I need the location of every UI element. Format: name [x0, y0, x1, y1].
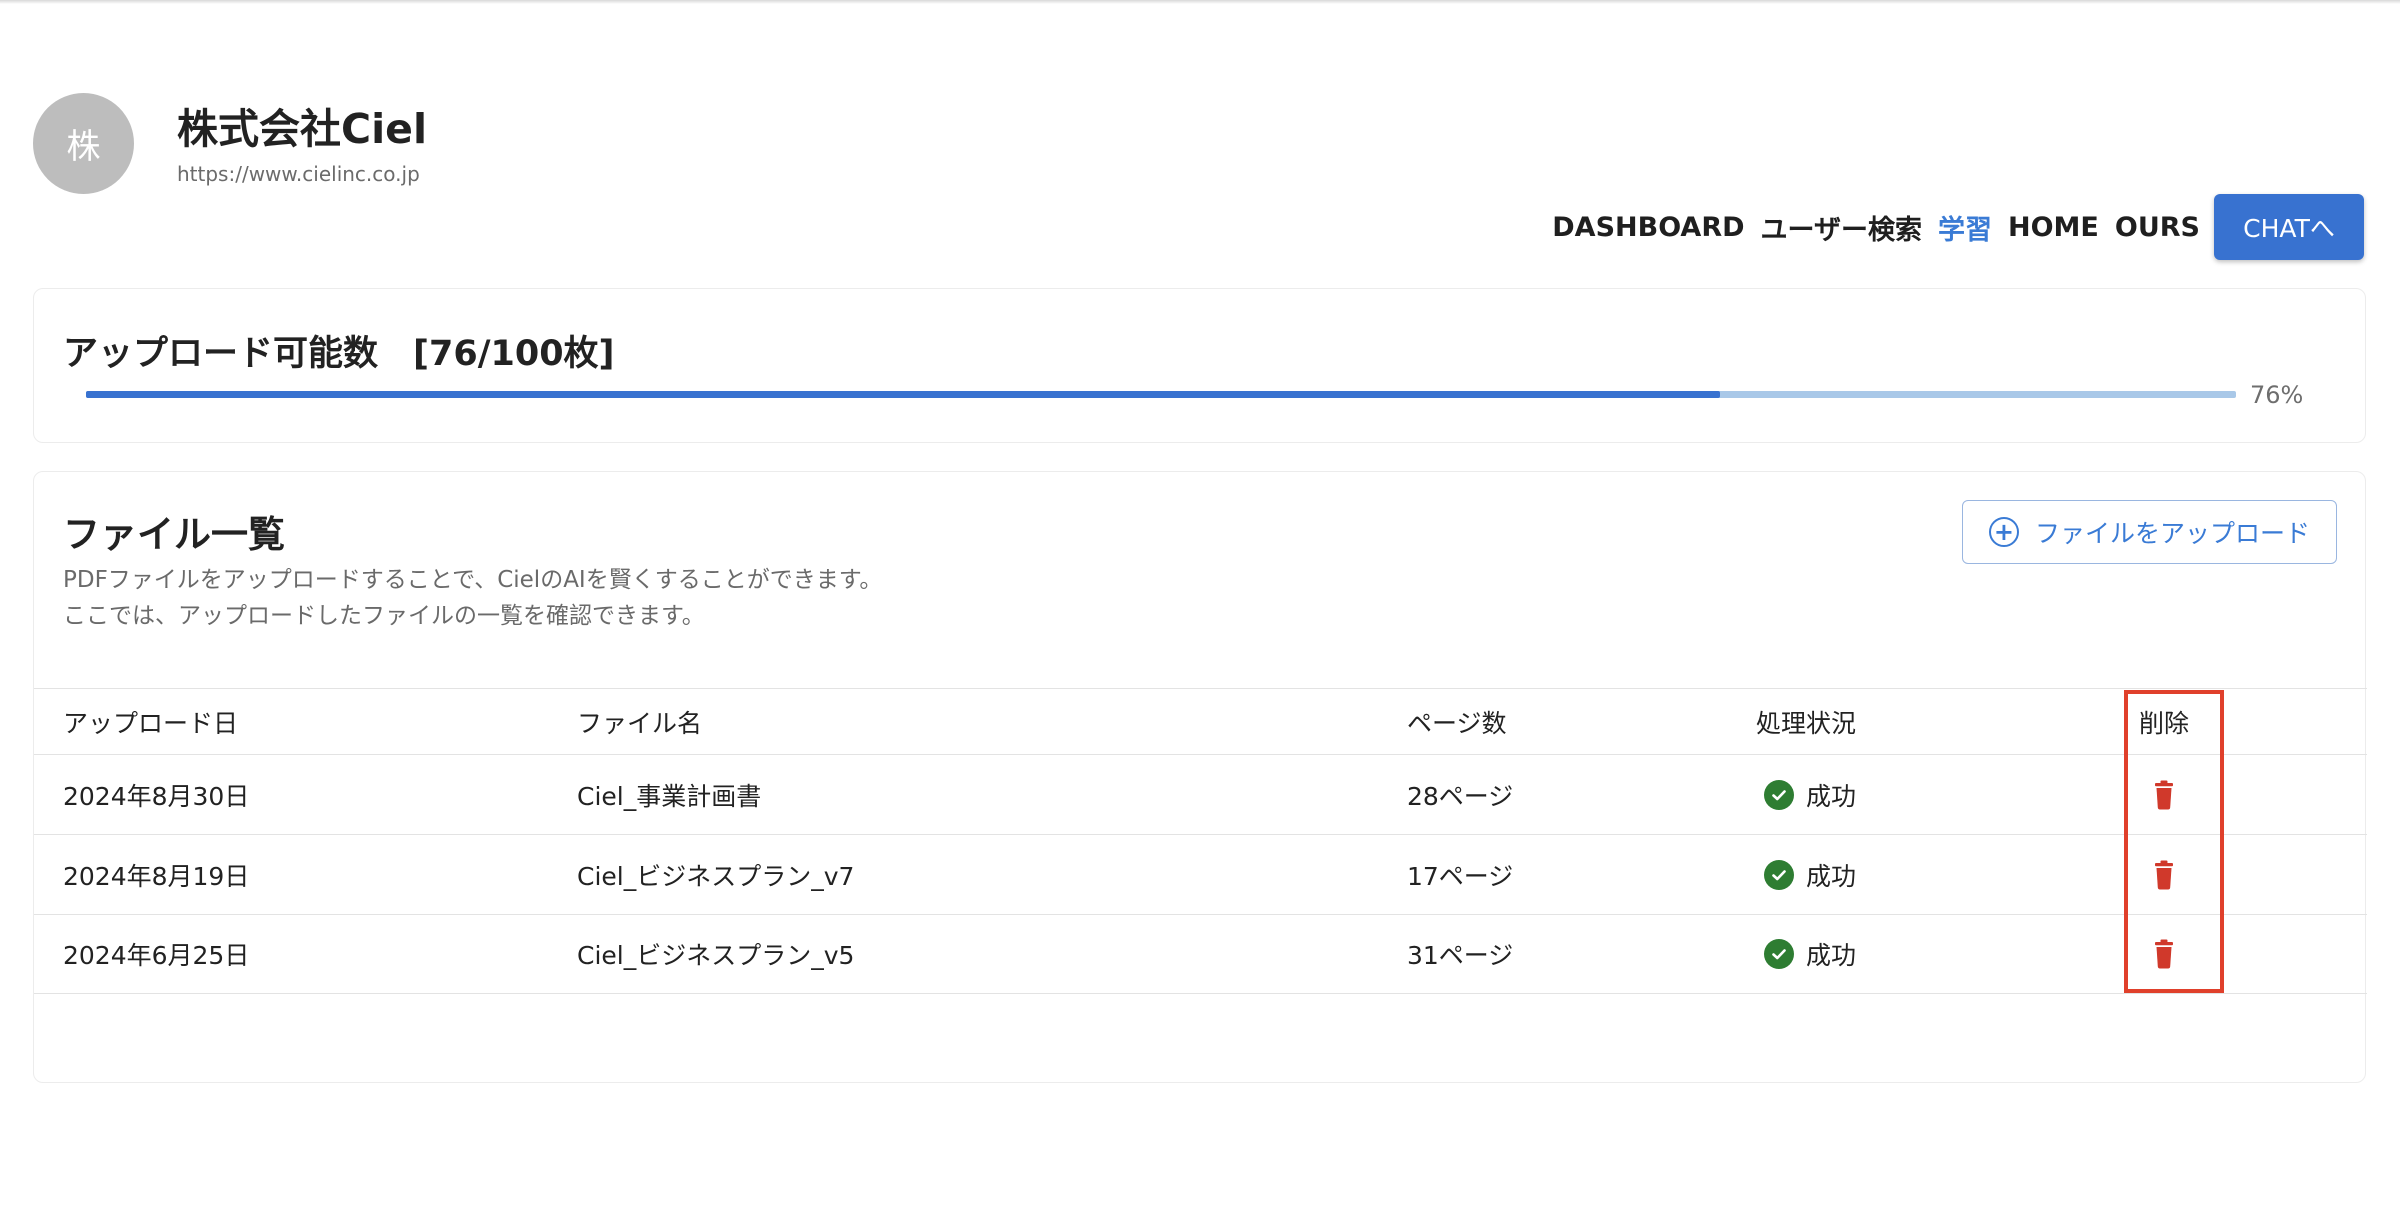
check-circle-icon — [1764, 939, 1794, 969]
main-nav: DASHBOARD ユーザー検索 学習 HOME OURS CHATへ — [1536, 193, 2364, 261]
table-row: 2024年8月19日 Ciel_ビジネスプラン_v7 17ページ 成功 — [34, 834, 2367, 914]
trash-icon[interactable] — [2152, 939, 2176, 969]
nav-home[interactable]: HOME — [2008, 212, 2099, 243]
row-date: 2024年8月19日 — [63, 861, 250, 891]
plus-circle-icon: + — [1988, 517, 2019, 547]
upload-quota-title: アップロード可能数 [76/100枚] — [63, 334, 615, 374]
header: 株 株式会社Ciel https://www.cielinc.co.jp DAS… — [0, 0, 2400, 270]
row-date: 2024年6月25日 — [63, 941, 250, 970]
upload-progress-label: 76% — [2250, 381, 2304, 409]
row-status-label: 成功 — [1806, 861, 1857, 891]
avatar[interactable]: 株 — [33, 93, 134, 194]
file-list-description: PDFファイルをアップロードすることで、CielのAIを賢くすることができます。… — [63, 562, 882, 634]
row-status: 成功 — [1756, 835, 1856, 914]
row-delete — [2124, 835, 2204, 914]
file-list-title: ファイル一覧 — [63, 513, 285, 556]
row-file-name: Ciel_事業計画書 — [577, 781, 762, 811]
column-header-name[interactable]: ファイル名 — [577, 689, 702, 754]
check-circle-icon — [1764, 779, 1794, 810]
upload-file-button[interactable]: + ファイルをアップロード — [1962, 500, 2337, 564]
file-list-description-line-1: PDFファイルをアップロードすることで、CielのAIを賢くすることができます。 — [63, 567, 883, 593]
row-page-count: 31ページ — [1407, 941, 1514, 970]
row-file-name: Ciel_ビジネスプラン_v5 — [577, 941, 855, 970]
column-header-status[interactable]: 処理状況 — [1756, 689, 1856, 754]
file-list-description-line-2: ここでは、アップロードしたファイルの一覧を確認できます。 — [63, 603, 705, 629]
upload-file-button-label: ファイルをアップロード — [2034, 519, 2310, 548]
nav-dashboard[interactable]: DASHBOARD — [1552, 212, 1744, 243]
table-row: 2024年8月30日 Ciel_事業計画書 28ページ 成功 — [34, 754, 2367, 834]
company-name: 株式会社Ciel — [177, 105, 428, 153]
row-page-count: 17ページ — [1407, 861, 1514, 891]
row-status: 成功 — [1756, 755, 1856, 834]
row-date: 2024年8月30日 — [63, 781, 250, 811]
nav-user-search[interactable]: ユーザー検索 — [1761, 208, 1922, 247]
row-status-label: 成功 — [1806, 781, 1857, 811]
trash-icon[interactable] — [2152, 780, 2176, 810]
column-header-delete: 削除 — [2138, 708, 2189, 738]
company-url: https://www.cielinc.co.jp — [177, 162, 420, 186]
row-status: 成功 — [1756, 915, 1856, 993]
column-header-pages[interactable]: ページ数 — [1407, 689, 1507, 754]
nav-ours[interactable]: OURS — [2115, 212, 2200, 243]
upload-progress-bar — [86, 391, 2236, 398]
table-row: 2024年6月25日 Ciel_ビジネスプラン_v5 31ページ 成功 — [34, 914, 2367, 994]
column-header-date[interactable]: アップロード日 — [63, 689, 238, 754]
row-status-label: 成功 — [1806, 941, 1857, 970]
nav-learning[interactable]: 学習 — [1938, 208, 1992, 247]
table-header-row: アップロード日 ファイル名 ページ数 処理状況 削除 — [34, 688, 2367, 754]
trash-icon[interactable] — [2152, 860, 2176, 890]
chat-button[interactable]: CHATへ — [2214, 194, 2364, 260]
file-table: アップロード日 ファイル名 ページ数 処理状況 削除 2024年8月30日 Ci… — [34, 688, 2367, 994]
check-circle-icon — [1764, 859, 1794, 890]
file-list-card: ファイル一覧 PDFファイルをアップロードすることで、CielのAIを賢くするこ… — [33, 471, 2367, 1083]
upload-quota-card: アップロード可能数 [76/100枚] 76% — [33, 288, 2366, 443]
upload-progress-fill — [86, 391, 1720, 398]
row-file-name: Ciel_ビジネスプラン_v7 — [577, 861, 855, 891]
row-page-count: 28ページ — [1407, 781, 1514, 811]
row-delete — [2124, 755, 2204, 834]
row-delete — [2124, 915, 2204, 993]
